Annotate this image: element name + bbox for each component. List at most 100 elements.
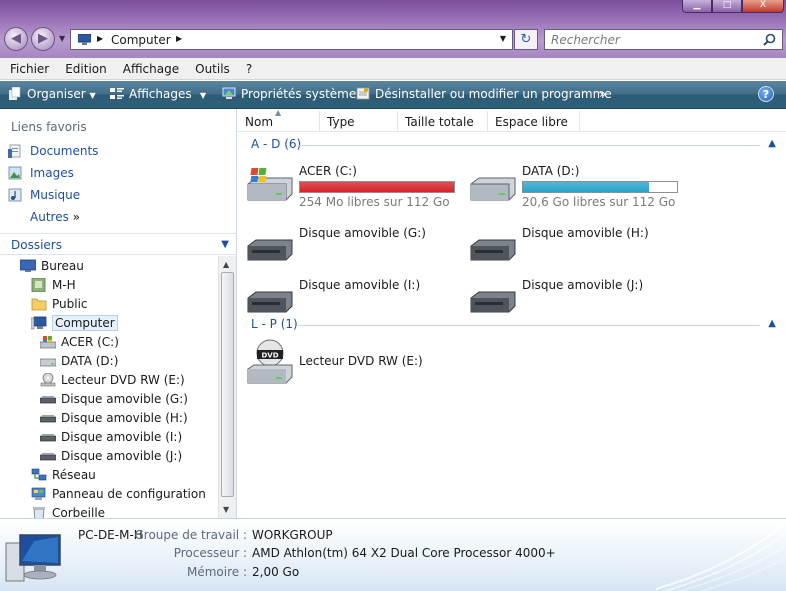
minimize-button[interactable]: ▁ (682, 0, 712, 13)
folders-header[interactable]: Dossiers ▼ (0, 233, 237, 255)
removable-drive-icon (40, 453, 56, 461)
help-icon[interactable]: ? (758, 86, 774, 102)
column-name[interactable]: ▲ Nom (238, 108, 320, 132)
breadcrumb-arrow-icon[interactable]: ▶ (176, 34, 182, 43)
back-button[interactable]: ◀ (4, 27, 28, 51)
menu-affichage[interactable]: Affichage (113, 58, 185, 79)
refresh-button[interactable]: ↻ (514, 29, 538, 50)
drive-name: Disque amovible (J:) (522, 278, 644, 292)
views-button[interactable]: Affichages (110, 87, 192, 101)
drive-free-space: 20,6 Go libres sur 112 Go (522, 195, 676, 209)
favorite-images[interactable]: Images (8, 166, 74, 180)
close-button[interactable]: X (742, 0, 784, 13)
drive-free-space: 254 Mo libres sur 112 Go (299, 195, 450, 209)
drive-removable-g[interactable]: Disque amovible (G:) (246, 226, 466, 266)
tree-item-label: Public (52, 297, 88, 311)
dvd-drive-icon (40, 373, 56, 387)
menu-help[interactable]: ? (236, 58, 258, 79)
favorite-documents[interactable]: Documents (8, 144, 98, 158)
group-header-l-p[interactable]: L - P (1) (251, 317, 298, 331)
column-type[interactable]: Type (320, 111, 398, 132)
tree-item-recycle-bin[interactable]: Corbeille (31, 506, 105, 518)
tree-item-m-h[interactable]: M-H (31, 278, 76, 292)
user-folder-icon (31, 278, 46, 292)
menu-outils[interactable]: Outils (185, 58, 236, 79)
tree-item-removable-j[interactable]: Disque amovible (J:) (40, 449, 182, 463)
tree-item-network[interactable]: Réseau (31, 468, 96, 482)
forward-button[interactable]: ▶ (31, 27, 55, 51)
scroll-down-icon[interactable]: ▼ (223, 505, 229, 514)
tree-item-removable-i[interactable]: Disque amovible (I:) (40, 430, 182, 444)
back-arrow-icon: ◀ (11, 31, 21, 46)
svg-text:DVD: DVD (261, 352, 278, 360)
tree-item-removable-g[interactable]: Disque amovible (G:) (40, 392, 188, 406)
breadcrumb-arrow-icon[interactable]: ▶ (97, 34, 103, 43)
images-icon (8, 166, 22, 180)
tree-item-label: Disque amovible (J:) (61, 449, 183, 463)
refresh-icon: ↻ (520, 32, 532, 47)
menu-bar: Fichier Edition Affichage Outils ? (0, 58, 786, 80)
maximize-button[interactable]: □ (712, 0, 742, 13)
search-placeholder: Rechercher (551, 33, 620, 47)
address-dropdown-icon[interactable]: ▼ (500, 34, 506, 43)
command-bar: Organiser ▼ Affichages ▼ Propriétés syst… (0, 81, 786, 109)
drive-acer-c[interactable]: ACER (C:) 254 Mo libres sur 112 Go (246, 164, 466, 209)
tree-item-removable-h[interactable]: Disque amovible (H:) (40, 411, 188, 425)
removable-drive-icon (40, 396, 56, 404)
favorite-more[interactable]: Autres » (30, 210, 80, 224)
menu-edition[interactable]: Edition (55, 58, 113, 79)
drive-name: Disque amovible (G:) (299, 226, 426, 240)
drive-removable-i[interactable]: Disque amovible (I:) (246, 278, 466, 318)
tree-scrollbar[interactable]: ▲ ▼ (218, 256, 236, 518)
views-dropdown[interactable]: ▼ (200, 87, 206, 101)
drive-name: Lecteur DVD RW (E:) (299, 354, 423, 368)
organize-label: Organiser (27, 87, 86, 101)
folder-icon (31, 298, 47, 311)
column-total-size[interactable]: Taille totale (398, 111, 488, 132)
tree-item-label: Disque amovible (I:) (61, 430, 183, 444)
system-properties-icon (222, 87, 236, 99)
content-pane: ▲ Nom Type Taille totale Espace libre A -… (238, 108, 786, 518)
title-bar: ▁ □ X ◀ ▶ ▼ ▶ Computer ▶ ▼ ↻ Rechercher (0, 0, 786, 58)
workgroup-label: Groupe de travail : (134, 528, 247, 542)
column-label: Type (327, 115, 355, 129)
tree-item-public[interactable]: Public (31, 297, 88, 311)
drive-removable-h[interactable]: Disque amovible (H:) (469, 226, 689, 266)
tree-item-data-d[interactable]: DATA (D:) (40, 354, 118, 368)
tree-item-control-panel[interactable]: Panneau de configuration (31, 487, 206, 501)
drive-name: ACER (C:) (299, 164, 357, 178)
search-icon[interactable] (763, 33, 776, 46)
removable-drive-icon (470, 291, 516, 313)
more-commands-button[interactable]: » (599, 87, 606, 101)
system-properties-button[interactable]: Propriétés système (222, 87, 356, 101)
chevron-down-icon[interactable]: ▼ (221, 239, 229, 250)
drive-dvd-e[interactable]: DVD Lecteur DVD RW (E:) (246, 339, 466, 387)
drive-removable-j[interactable]: Disque amovible (J:) (469, 278, 689, 318)
column-free-space[interactable]: Espace libre (488, 111, 580, 132)
chevron-down-icon: ▼ (200, 91, 207, 100)
tree-item-dvd-e[interactable]: Lecteur DVD RW (E:) (40, 373, 185, 387)
breadcrumb-computer[interactable]: Computer (111, 33, 171, 47)
recent-pages-dropdown[interactable]: ▼ (59, 34, 65, 43)
address-bar[interactable]: ▶ Computer ▶ ▼ (70, 29, 513, 50)
tree-item-computer[interactable]: Computer (31, 315, 118, 331)
drive-data-d[interactable]: DATA (D:) 20,6 Go libres sur 112 Go (469, 164, 689, 209)
collapse-icon[interactable]: ▲ (768, 318, 776, 329)
system-drive-icon (247, 168, 293, 201)
favorite-music[interactable]: Musique (8, 188, 80, 202)
tree-item-bureau[interactable]: Bureau (20, 259, 84, 273)
drive-usage-fill (300, 182, 454, 192)
menu-fichier[interactable]: Fichier (0, 58, 55, 79)
search-input[interactable]: Rechercher (544, 29, 783, 50)
processor-label: Processeur : (173, 546, 247, 560)
uninstall-program-button[interactable]: Désinstaller ou modifier un programme (356, 87, 612, 101)
tree-item-acer-c[interactable]: ACER (C:) (40, 335, 119, 349)
scroll-up-icon[interactable]: ▲ (223, 260, 229, 269)
organize-button[interactable]: Organiser ▼ (8, 87, 96, 101)
folder-tree: Bureau M-H Public Computer ACER (C:) DAT… (0, 256, 218, 518)
drive-usage-fill (523, 182, 650, 192)
group-header-a-d[interactable]: A - D (6) (251, 137, 301, 151)
uninstall-icon (356, 87, 370, 100)
collapse-icon[interactable]: ▲ (768, 138, 776, 149)
scroll-thumb[interactable] (221, 272, 234, 497)
